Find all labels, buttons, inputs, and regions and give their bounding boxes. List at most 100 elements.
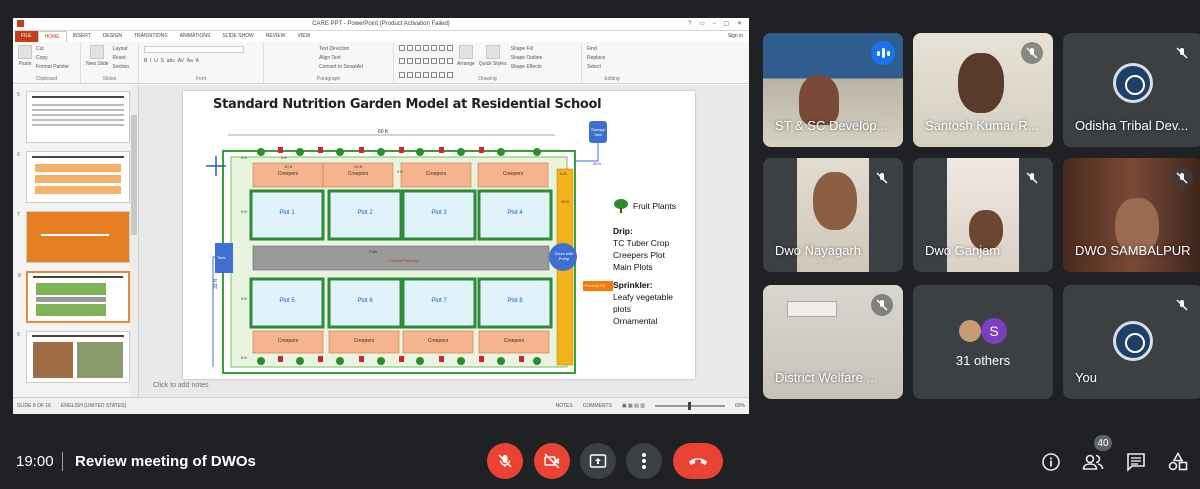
participant-tile[interactable]: District Welfare ... [763,285,903,399]
tab-insert[interactable]: INSERT [67,31,97,42]
tab-transitions[interactable]: TRANSITIONS [128,31,174,42]
notes-placeholder[interactable]: Click to add notes [153,382,209,389]
participant-tile[interactable]: Dwo Nayagarh [763,158,903,272]
camera-toggle-button[interactable] [534,443,570,479]
quick-styles-icon [485,45,500,59]
creepers-label: Creepers [502,171,524,177]
activities-button[interactable] [1166,450,1190,474]
shared-screen-powerpoint[interactable]: CARE PPT - PowerPoint (Product Activatio… [13,18,749,414]
slide-thumbnail[interactable]: 7 [17,211,130,263]
quick-access-toolbar[interactable] [17,20,24,27]
font-name-select[interactable] [144,46,244,53]
activities-icon [1168,452,1188,471]
mic-off-icon [871,294,893,316]
slide-thumbnail-selected[interactable]: 8 [18,271,130,323]
legend-item: Ornamental [613,316,658,326]
tab-animations[interactable]: ANIMATIONS [174,31,217,42]
mic-off-icon [1171,167,1193,189]
avatar [957,318,983,344]
tab-home[interactable]: HOME [37,31,67,42]
people-icon [1082,454,1104,470]
shape-effects-button[interactable]: Shape Effects [511,64,543,70]
notes-toggle[interactable]: NOTES [556,403,573,409]
plot-label: Plot 1 [279,210,295,216]
thumbnails-scrollbar[interactable] [130,85,138,397]
microphone-toggle-button[interactable] [487,443,523,479]
mic-off-icon [871,167,893,189]
align-text-button[interactable]: Align Text [319,55,363,61]
participant-tile[interactable]: Santosh Kumar R... [913,33,1053,147]
tab-file[interactable]: FILE [15,31,38,42]
zoom-slider[interactable] [654,402,725,410]
slide-thumbnail[interactable]: 6 [17,151,130,203]
shape-fill-button[interactable]: Shape Fill [511,46,543,52]
camera-off-icon [544,453,560,469]
creepers-label: Creepers [277,171,299,177]
slide-thumbnail[interactable]: 5 [17,91,130,143]
participant-tile[interactable]: ST & SC Develop... [763,33,903,147]
creepers-label: Creepers [277,338,299,344]
slide-thumbnail[interactable]: 9 [17,331,130,383]
tab-view[interactable]: VIEW [292,31,317,42]
plot-label: Plot 8 [507,298,523,304]
find-button[interactable]: Find [587,46,605,52]
ppt-window-title: CARE PPT - PowerPoint (Product Activatio… [312,21,450,27]
ppt-logo-icon [17,20,24,27]
group-drawing: Arrange Quick Styles Shape Fill Shape Ou… [394,42,582,83]
others-tile[interactable]: S 31 others [913,285,1053,399]
paste-label: Paste [18,61,32,67]
text-direction-button[interactable]: Text Direction [319,46,363,52]
meeting-title: Review meeting of DWOs [75,453,256,470]
comments-toggle[interactable]: COMMENTS [583,403,612,409]
present-screen-icon [589,454,607,468]
divider [62,452,63,471]
window-controls[interactable]: ? ▭ − ▢ ✕ [688,20,745,27]
select-button[interactable]: Select [587,64,605,70]
participant-name: You [1075,370,1097,385]
tab-slide-show[interactable]: SLIDE SHOW [216,31,259,42]
thumbnail-number: 7 [17,212,20,218]
hang-up-icon [689,458,707,465]
tab-design[interactable]: DESIGN [97,31,128,42]
thumbnail-number: 8 [18,273,21,279]
cut-button[interactable]: Cut [36,46,69,52]
spacing-label: 11 ft [559,171,567,176]
new-slide-label: New Slide [86,61,109,67]
present-screen-button[interactable] [580,443,616,479]
participant-name: Odisha Tribal Dev... [1075,118,1189,133]
slide-thumbnails-pane[interactable]: 5 6 7 8 9 [13,85,139,397]
font-format-buttons[interactable]: B I U S abc AV Aa A [144,58,244,64]
leave-call-button[interactable] [673,443,723,479]
language-indicator[interactable]: ENGLISH (UNITED STATES) [61,403,126,409]
dim-label: 10 ft [284,164,292,169]
meeting-details-button[interactable] [1039,450,1063,474]
dim-side-label: 32 ft [212,279,219,289]
zoom-level[interactable]: 60% [735,403,745,409]
speaking-indicator-icon [871,41,895,65]
self-tile[interactable]: You [1063,285,1200,399]
group-font: B I U S abc AV Aa A Font [139,42,264,83]
slide-canvas[interactable]: Standard Nutrition Garden Model at Resid… [183,91,695,379]
shape-outline-button[interactable]: Shape Outline [511,55,543,61]
thumbnail-number: 5 [17,92,20,98]
view-buttons[interactable]: ▣ ▦ ▤ ▥ [622,403,645,409]
participant-tile[interactable]: Dwo Ganjam [913,158,1053,272]
replace-button[interactable]: Replace [587,55,605,61]
copy-button[interactable]: Copy [36,55,69,61]
people-button[interactable] [1081,450,1105,474]
section-button[interactable]: Section [113,64,130,70]
product-pit-label: Product Pit [585,283,605,288]
meet-stage: CARE PPT - PowerPoint (Product Activatio… [0,0,1200,430]
tab-review[interactable]: REVIEW [260,31,292,42]
layout-button[interactable]: Layout [113,46,130,52]
participant-tile[interactable]: DWO SAMBALPUR [1063,158,1200,272]
participant-tile[interactable]: Odisha Tribal Dev... [1063,33,1200,147]
editing-group-label: Editing [604,76,620,82]
plot-label: Plot 7 [431,298,447,304]
reset-button[interactable]: Reset [113,55,130,61]
chat-button[interactable] [1124,450,1148,474]
sign-in-link[interactable]: Sign in [722,31,749,42]
convert-smartart-button[interactable]: Convert to SmartArt [319,64,363,70]
format-painter-button[interactable]: Format Painter [36,64,69,70]
more-options-button[interactable] [626,443,662,479]
